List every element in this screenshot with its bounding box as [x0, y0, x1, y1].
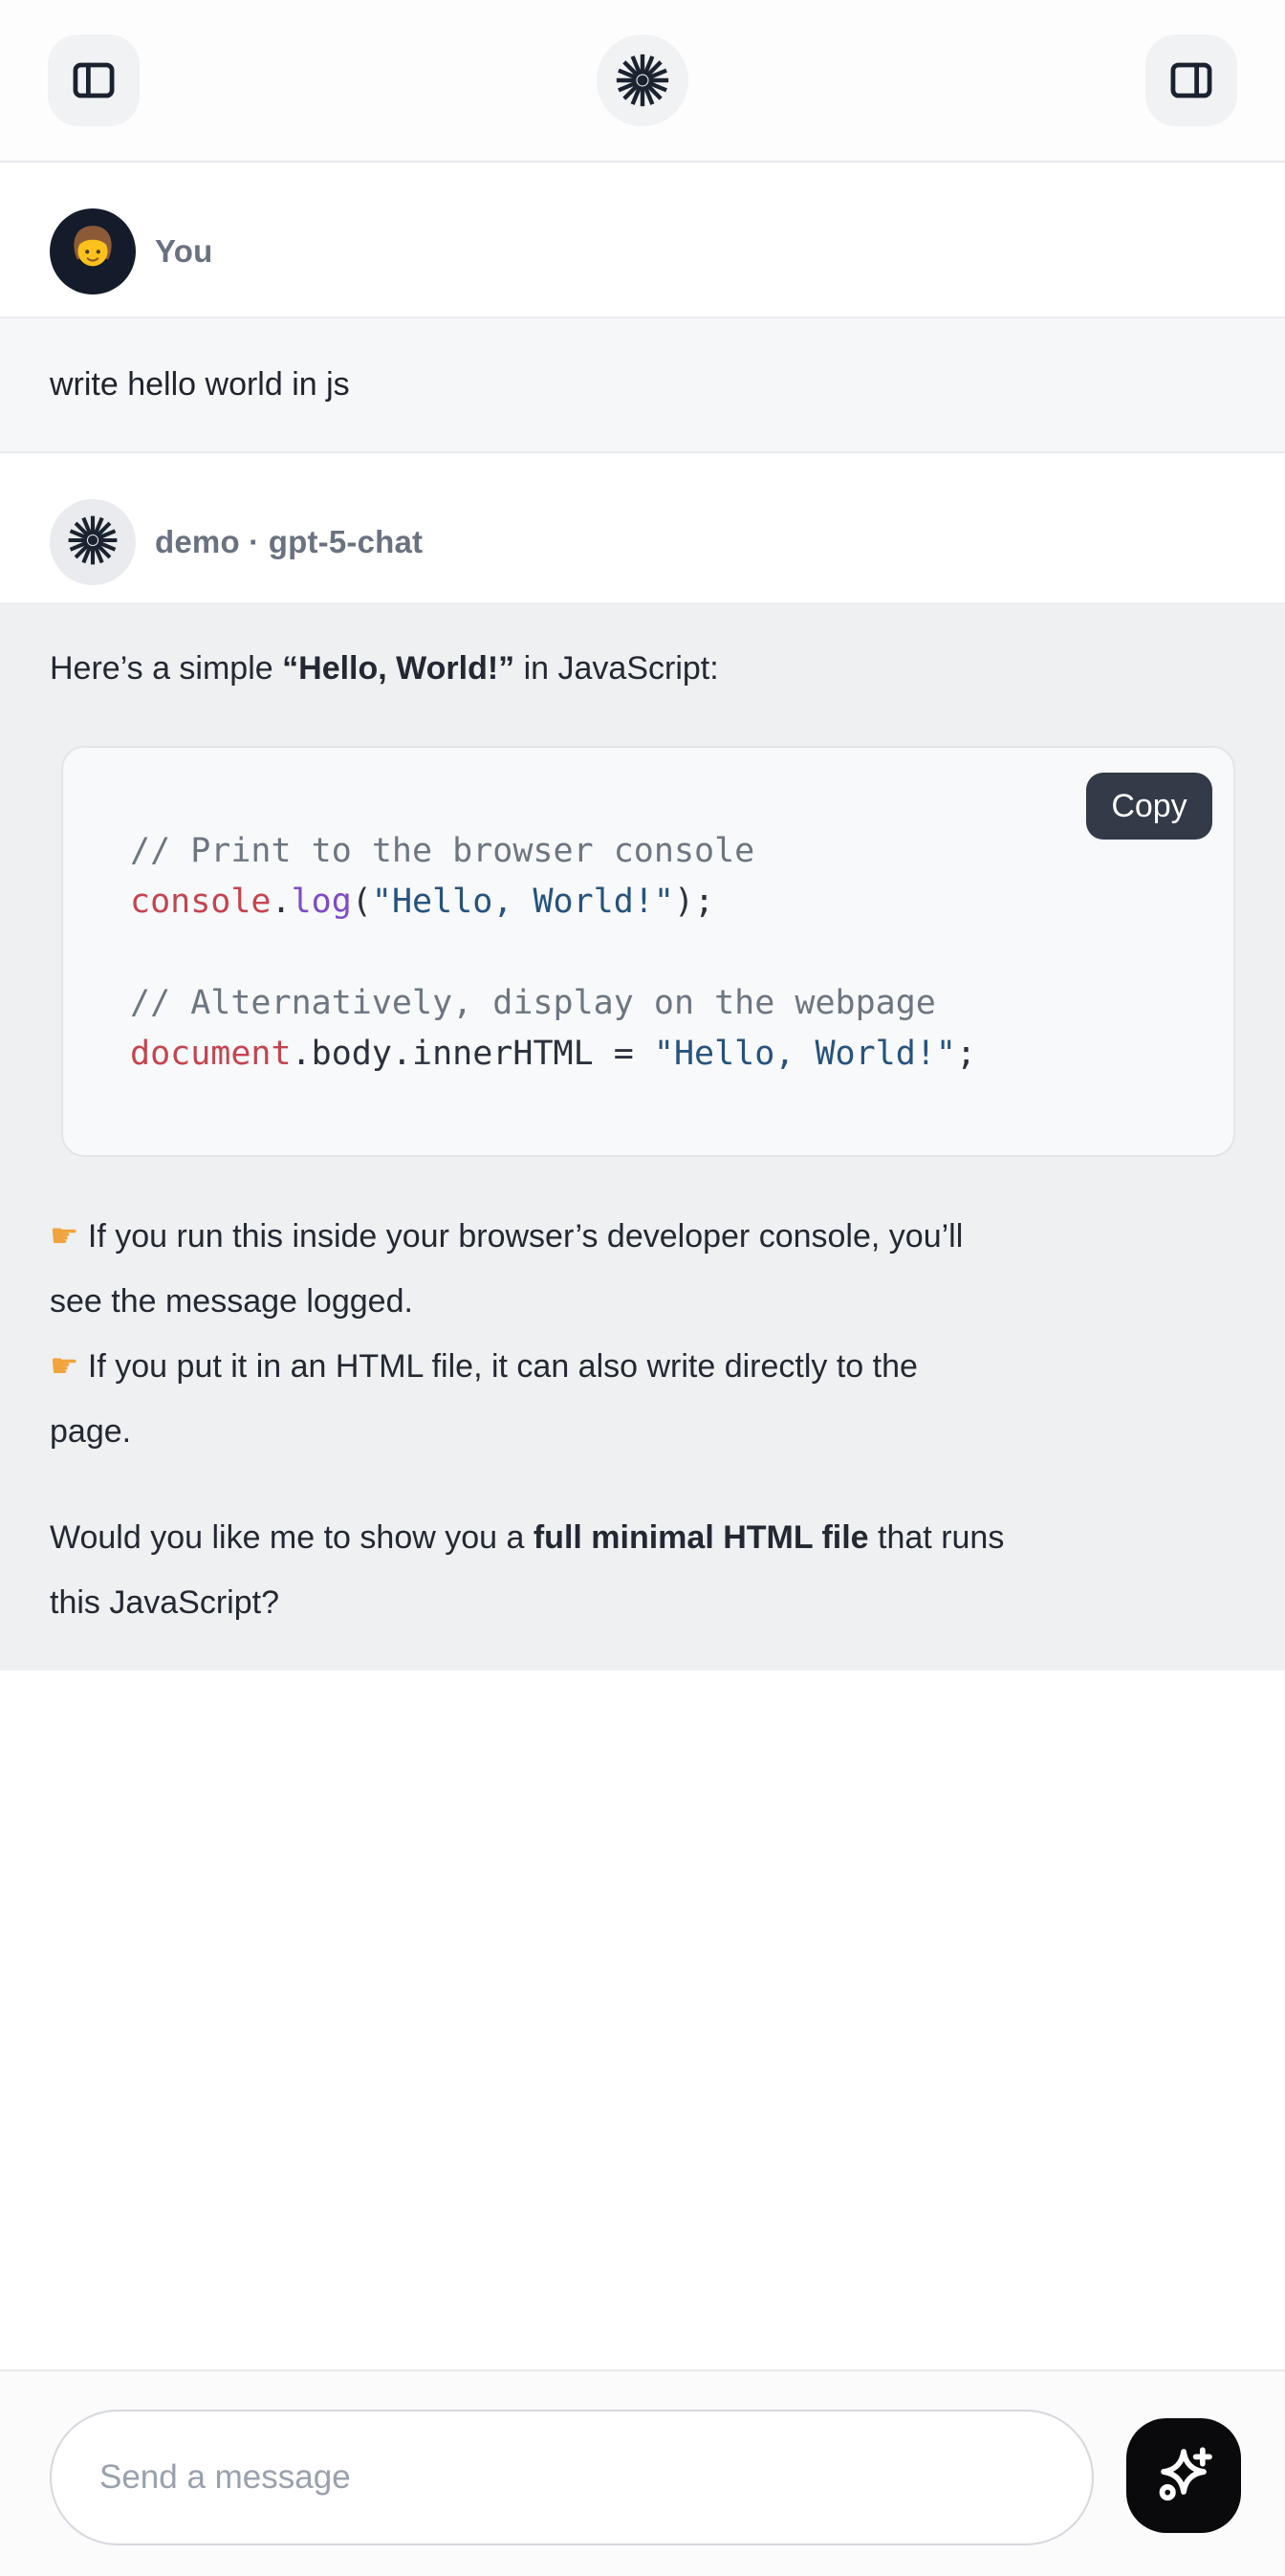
code-line: // Print to the browser console	[130, 826, 1214, 877]
starburst-icon	[613, 51, 672, 110]
code-token-name: console	[130, 883, 272, 921]
code-token: ;	[956, 1035, 976, 1073]
user-message-text: write hello world in js	[50, 366, 350, 404]
copy-button[interactable]: Copy	[1086, 773, 1212, 840]
person-emoji-icon	[62, 219, 123, 285]
assistant-avatar	[50, 499, 136, 585]
assistant-intro-text: Here’s a simple “Hello, World!” in JavaS…	[50, 637, 1235, 701]
code-token-string: "Hello, World!"	[654, 1035, 956, 1073]
text-run: If you put it in an HTML file, it can al…	[50, 1348, 918, 1450]
right-panel-toggle-button[interactable]	[1145, 34, 1237, 126]
user-sender-label: You	[155, 233, 212, 270]
assistant-paragraph-1: ☛ If you run this inside your browser’s …	[50, 1204, 1235, 1464]
text-run: Would you like me to show you a	[50, 1519, 534, 1556]
sparkle-icon	[1149, 2440, 1218, 2512]
user-avatar	[50, 208, 136, 295]
text-run: If you run this inside your browser’s de…	[50, 1218, 963, 1320]
panel-left-icon	[69, 55, 119, 105]
text-run: Here’s a simple	[50, 650, 282, 687]
code-token: );	[674, 883, 714, 921]
code-line: document.body.innerHTML = "Hello, World!…	[130, 1029, 1214, 1080]
code-token: (	[352, 883, 372, 921]
code-line: // Alternatively, display on the webpage	[130, 978, 1214, 1029]
assistant-message: Here’s a simple “Hello, World!” in JavaS…	[0, 602, 1285, 1670]
app-logo-button[interactable]	[597, 34, 688, 126]
code-line: console.log("Hello, World!");	[130, 877, 1214, 928]
panel-right-icon	[1166, 55, 1216, 105]
send-button[interactable]	[1126, 2418, 1241, 2533]
code-line	[130, 928, 1214, 978]
code-token-string: "Hello, World!"	[372, 883, 674, 921]
assistant-sender-row: demo · gpt-5-chat	[50, 499, 1235, 585]
text-run: “Hello, World!”	[282, 650, 514, 687]
user-message: write hello world in js	[0, 317, 1285, 453]
code-token: .body.innerHTML =	[292, 1035, 654, 1073]
sidebar-toggle-button[interactable]	[48, 34, 140, 126]
code-token-comment: // Alternatively, display on the webpage	[130, 984, 936, 1022]
pointing-right-emoji: ☛	[50, 1347, 78, 1386]
code-token: .	[272, 883, 292, 921]
pointing-right-emoji: ☛	[50, 1217, 78, 1255]
text-run: in JavaScript:	[514, 650, 719, 687]
starburst-icon	[65, 513, 120, 573]
user-sender-row: You	[50, 208, 1235, 295]
top-bar	[0, 0, 1285, 163]
assistant-paragraph-2: Would you like me to show you a full min…	[50, 1505, 1235, 1635]
text-run: full minimal HTML file	[534, 1519, 869, 1556]
code-token-func: log	[292, 883, 352, 921]
composer-bar	[0, 2369, 1285, 2576]
code-token-name: document	[130, 1035, 292, 1073]
code-token-comment: // Print to the browser console	[130, 832, 754, 870]
code-block: // Print to the browser console console.l…	[61, 746, 1235, 1157]
assistant-sender-label: demo · gpt-5-chat	[155, 524, 423, 560]
code-content: // Print to the browser console console.l…	[63, 748, 1233, 1080]
message-input[interactable]	[50, 2410, 1094, 2545]
